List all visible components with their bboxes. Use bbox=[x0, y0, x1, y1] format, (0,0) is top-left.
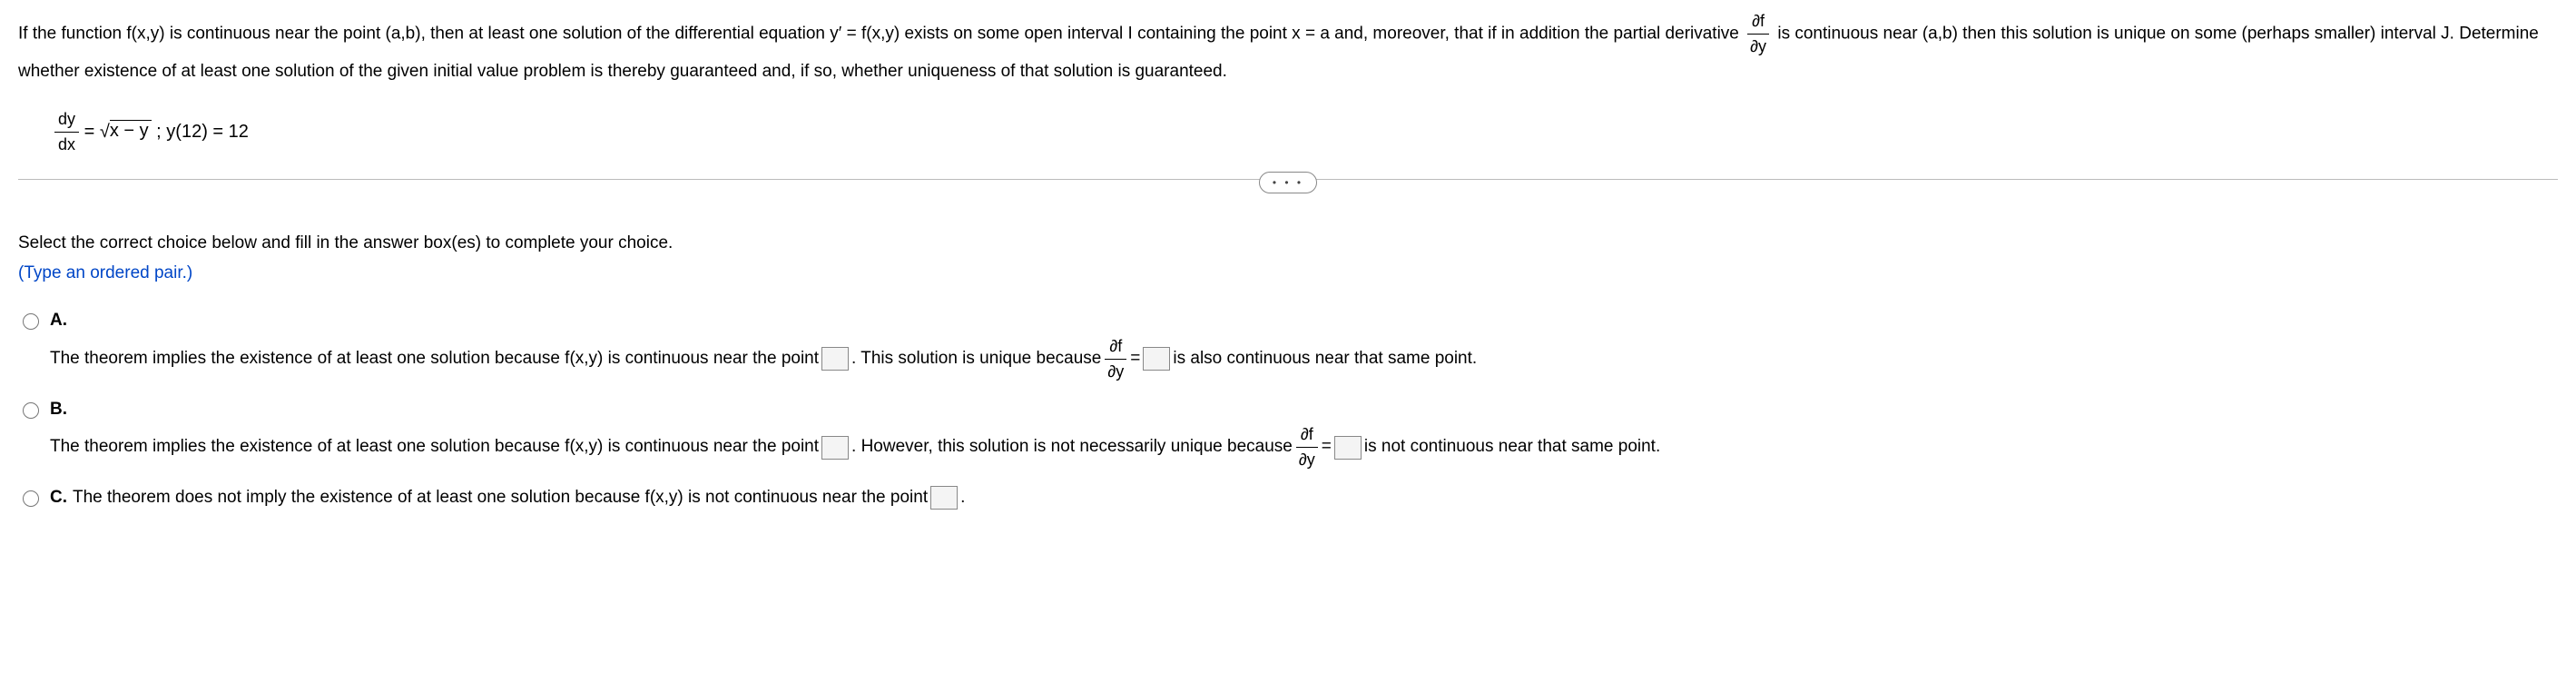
choice-b-t4: is not continuous near that same point. bbox=[1364, 434, 1660, 460]
choice-a-t2: . This solution is unique because bbox=[851, 346, 1101, 372]
choice-b-eq: = bbox=[1322, 434, 1332, 460]
hint-text: (Type an ordered pair.) bbox=[18, 261, 2558, 287]
equals-sign: = bbox=[84, 121, 100, 141]
sqrt-expression: √x − y bbox=[100, 120, 152, 141]
problem-part1: If the function f(x,y) is continuous nea… bbox=[18, 25, 1744, 44]
partial-fraction: ∂f ∂y bbox=[1747, 9, 1769, 59]
choice-b-partial: ∂f ∂y bbox=[1296, 422, 1318, 472]
choice-c-t1: The theorem does not imply the existence… bbox=[73, 485, 928, 511]
choice-c-t2: . bbox=[960, 485, 965, 511]
separator: • • • bbox=[18, 179, 2558, 206]
initial-condition: ; y(12) = 12 bbox=[156, 121, 249, 141]
label-a: A. bbox=[50, 308, 2558, 334]
choice-b-box1[interactable] bbox=[821, 436, 849, 460]
expand-pill[interactable]: • • • bbox=[1259, 172, 1317, 193]
choice-a-partial: ∂f ∂y bbox=[1105, 334, 1126, 384]
choice-c: C. The theorem does not imply the existe… bbox=[18, 485, 2558, 511]
choice-b: B. The theorem implies the existence of … bbox=[18, 397, 2558, 473]
instruction-text: Select the correct choice below and fill… bbox=[18, 231, 2558, 257]
radio-a[interactable] bbox=[23, 313, 39, 330]
radio-c[interactable] bbox=[23, 490, 39, 507]
choice-a: A. The theorem implies the existence of … bbox=[18, 308, 2558, 384]
label-c: C. bbox=[50, 485, 67, 511]
choice-b-t1: The theorem implies the existence of at … bbox=[50, 434, 819, 460]
choice-a-box2[interactable] bbox=[1143, 347, 1170, 371]
radio-b[interactable] bbox=[23, 402, 39, 419]
ivp-equation: dy dx = √x − y ; y(12) = 12 bbox=[54, 107, 2558, 157]
dy-dx-fraction: dy dx bbox=[54, 107, 79, 157]
choice-b-box2[interactable] bbox=[1334, 436, 1362, 460]
problem-statement: If the function f(x,y) is continuous nea… bbox=[18, 9, 2558, 85]
choice-c-box1[interactable] bbox=[930, 486, 958, 510]
choice-b-t2: . However, this solution is not necessar… bbox=[851, 434, 1293, 460]
label-b: B. bbox=[50, 397, 2558, 423]
choice-a-t4: is also continuous near that same point. bbox=[1173, 346, 1477, 372]
choice-a-box1[interactable] bbox=[821, 347, 849, 371]
choice-a-eq: = bbox=[1130, 346, 1140, 372]
choice-a-t1: The theorem implies the existence of at … bbox=[50, 346, 819, 372]
